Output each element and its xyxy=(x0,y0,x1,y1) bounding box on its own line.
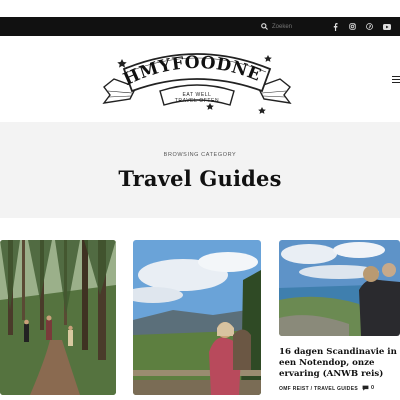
menu-icon[interactable] xyxy=(392,76,400,83)
search-input[interactable]: Zoeken xyxy=(272,24,292,30)
post-title[interactable]: 16 dagen Scandinavie in een Notendop, on… xyxy=(279,347,400,380)
instagram-icon[interactable] xyxy=(346,20,359,33)
category-banner: Browsing Category Travel Guides xyxy=(0,122,400,218)
site-logo[interactable]: OHMYFOODNESS EAT WELL TRAVEL OFTEN xyxy=(102,41,292,117)
facebook-icon[interactable] xyxy=(329,20,342,33)
category-title: Travel Guides xyxy=(118,166,282,191)
post-meta[interactable]: OMF Reist / Travel Guides xyxy=(279,386,358,392)
comment-count: 0 xyxy=(371,385,375,391)
pinterest-icon[interactable] xyxy=(363,20,376,33)
youtube-icon[interactable] xyxy=(380,20,393,33)
logo-tagline-2: TRAVEL OFTEN xyxy=(175,98,219,104)
site-header: OHMYFOODNESS EAT WELL TRAVEL OFTEN xyxy=(0,36,400,122)
top-bar: Zoeken xyxy=(0,17,400,36)
search-box[interactable]: Zoeken xyxy=(261,20,292,33)
post-image-1[interactable] xyxy=(0,240,116,395)
post-image-3[interactable] xyxy=(279,240,400,336)
post-image-2[interactable] xyxy=(133,240,261,395)
category-eyebrow: Browsing Category xyxy=(163,152,237,158)
comment-icon xyxy=(362,385,369,391)
search-icon[interactable] xyxy=(261,23,268,30)
post-comments[interactable]: 0 xyxy=(362,385,374,391)
